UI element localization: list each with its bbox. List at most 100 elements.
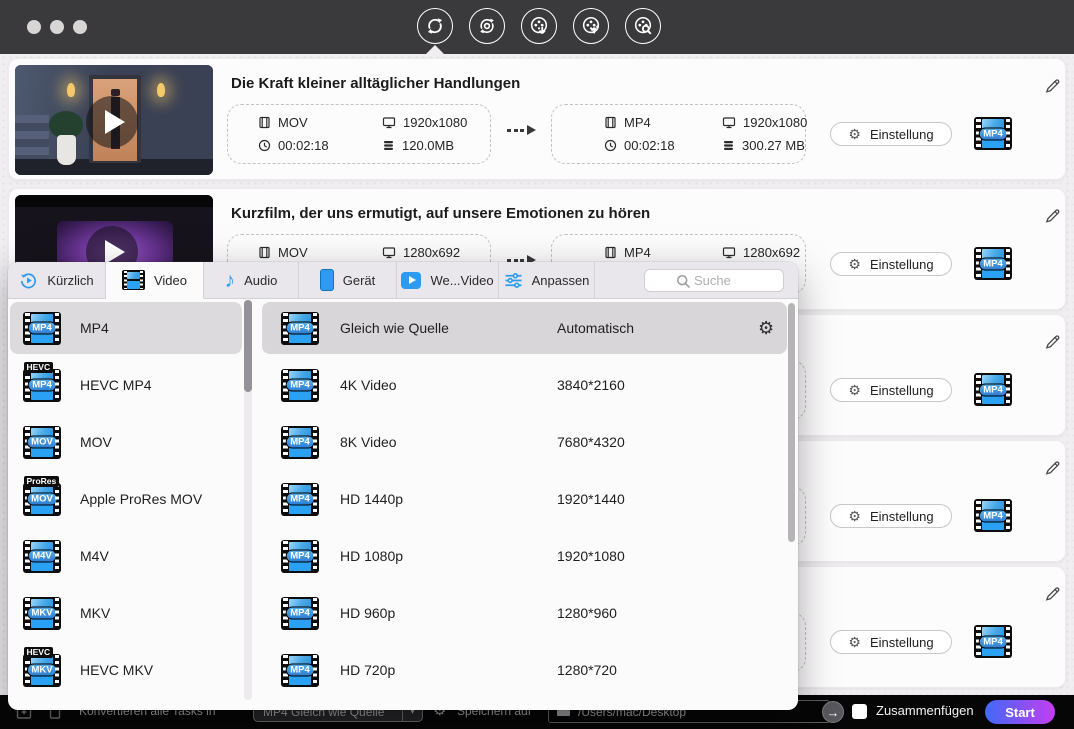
active-tab-pointer: [426, 45, 444, 54]
edit-pencil-icon[interactable]: [1043, 75, 1062, 94]
format-icon: MP4: [23, 311, 61, 345]
edit-pencil-icon[interactable]: [1043, 583, 1062, 602]
film-icon: [259, 116, 270, 129]
output-format-icon[interactable]: MP4: [974, 117, 1012, 150]
preset-8k[interactable]: MP4 8K Video 7680*4320: [262, 416, 787, 468]
preset-partial[interactable]: [262, 701, 787, 710]
window-control-dot[interactable]: [73, 20, 87, 34]
film-icon: [259, 246, 270, 259]
video-thumbnail[interactable]: [15, 65, 213, 175]
preset-list: MP4 Gleich wie Quelle Automatisch ⚙ MP4 …: [258, 299, 787, 710]
format-picker-popup: Kürzlich Video ♪ Audio Gerät We...Video …: [8, 262, 798, 710]
history-icon: [21, 272, 37, 288]
task-row: Die Kraft kleiner alltäglicher Handlunge…: [8, 58, 1066, 180]
target-info-box[interactable]: MP4 1920x1080 00:02:18 300.27 MB: [551, 104, 808, 164]
format-item-prores-mov[interactable]: ProRes MOV Apple ProRes MOV: [10, 473, 242, 525]
format-item-partial[interactable]: [10, 701, 242, 710]
output-format-icon[interactable]: MP4: [974, 625, 1012, 658]
gear-icon: ⚙: [848, 634, 861, 650]
target-resolution: 1280x692: [743, 245, 801, 260]
converter-icon[interactable]: [417, 8, 453, 44]
edit-pencil-icon[interactable]: [1043, 457, 1062, 476]
output-format-icon[interactable]: MP4: [974, 247, 1012, 280]
window-control-dot[interactable]: [50, 20, 64, 34]
ripper-icon[interactable]: [469, 8, 505, 44]
open-folder-button[interactable]: →: [822, 701, 844, 723]
main-nav: [417, 8, 661, 44]
preset-hd-1080p[interactable]: MP4 HD 1080p 1920*1080: [262, 530, 787, 582]
output-format-icon[interactable]: MP4: [974, 373, 1012, 406]
edit-pencil-icon[interactable]: [1043, 331, 1062, 350]
preset-icon: MP4: [281, 539, 319, 573]
phone-icon: [319, 269, 334, 291]
format-item-m4v[interactable]: M4V M4V: [10, 530, 242, 582]
tab-web-video[interactable]: We...Video: [397, 262, 499, 298]
settings-button[interactable]: ⚙ Einstellung: [830, 378, 952, 402]
storage-icon: [724, 141, 733, 150]
format-icon: M4V: [23, 539, 61, 573]
compressor-icon[interactable]: [521, 8, 557, 44]
film-icon: [605, 246, 616, 259]
preset-hd-1440p[interactable]: MP4 HD 1440p 1920*1440: [262, 473, 787, 525]
titlebar: [0, 0, 1074, 54]
search-input[interactable]: [645, 270, 783, 291]
source-duration: 00:02:18: [278, 138, 329, 153]
settings-button[interactable]: ⚙ Einstellung: [830, 122, 952, 146]
target-size: 300.27 MB: [742, 138, 805, 153]
format-item-hevc-mkv[interactable]: HEVC MKV HEVC MKV: [10, 644, 242, 696]
tab-geraet[interactable]: Gerät: [299, 262, 397, 298]
output-format-icon[interactable]: MP4: [974, 499, 1012, 532]
gear-icon: ⚙: [848, 256, 861, 272]
media-editor-icon[interactable]: [573, 8, 609, 44]
tab-audio[interactable]: ♪ Audio: [204, 262, 299, 298]
preset-icon: MP4: [281, 368, 319, 402]
settings-button[interactable]: ⚙ Einstellung: [830, 504, 952, 528]
start-button[interactable]: Start: [985, 700, 1055, 724]
source-resolution: 1920x1080: [403, 115, 468, 130]
settings-button[interactable]: ⚙ Einstellung: [830, 630, 952, 654]
tab-video[interactable]: Video: [106, 262, 204, 299]
preset-same-as-source[interactable]: MP4 Gleich wie Quelle Automatisch ⚙: [262, 302, 787, 354]
merge-checkbox[interactable]: [852, 704, 867, 719]
monitor-icon: [382, 117, 396, 129]
preset-hd-960p[interactable]: MP4 HD 960p 1280*960: [262, 587, 787, 639]
format-list-scrollbar-thumb[interactable]: [244, 300, 252, 392]
window-control-dot[interactable]: [27, 20, 41, 34]
source-format: MOV: [278, 245, 308, 260]
gear-icon: ⚙: [848, 382, 861, 398]
monitor-icon: [722, 117, 736, 129]
target-format: MP4: [624, 245, 651, 260]
merge-label: Zusammenfügen: [876, 703, 974, 718]
web-video-icon: [401, 271, 422, 289]
edit-pencil-icon[interactable]: [1043, 205, 1062, 224]
target-duration: 00:02:18: [624, 138, 675, 153]
monitor-icon: [722, 247, 736, 259]
source-size: 120.0MB: [402, 138, 455, 153]
preset-hd-720p[interactable]: MP4 HD 720p 1280*720: [262, 644, 787, 696]
play-button[interactable]: [86, 96, 138, 148]
tab-anpassen[interactable]: Anpassen: [499, 262, 595, 298]
preset-icon: MP4: [281, 311, 319, 345]
format-item-hevc-mp4[interactable]: HEVC MP4 HEVC MP4: [10, 359, 242, 411]
toolbox-icon[interactable]: [625, 8, 661, 44]
target-resolution: 1920x1080: [743, 115, 808, 130]
source-info-box: MOV 1920x1080 00:02:18 120.0MB: [227, 104, 491, 164]
music-note-icon: ♪: [224, 268, 236, 292]
popup-tabbar: Kürzlich Video ♪ Audio Gerät We...Video …: [8, 262, 798, 299]
settings-button[interactable]: ⚙ Einstellung: [830, 252, 952, 276]
format-item-mp4[interactable]: MP4 MP4: [10, 302, 242, 354]
format-icon: HEVC MP4: [23, 361, 61, 402]
convert-arrow-icon: [507, 125, 536, 135]
preset-4k[interactable]: MP4 4K Video 3840*2160: [262, 359, 787, 411]
format-item-mkv[interactable]: MKV MKV: [10, 587, 242, 639]
format-icon: HEVC MKV: [23, 646, 61, 687]
tab-kuerzlich[interactable]: Kürzlich: [8, 262, 106, 298]
format-icon: ProRes MOV: [23, 475, 61, 516]
preset-icon: MP4: [281, 596, 319, 630]
preset-gear-icon[interactable]: ⚙: [758, 319, 774, 337]
preset-list-scrollbar-thumb[interactable]: [788, 303, 795, 542]
format-item-mov[interactable]: MOV MOV: [10, 416, 242, 468]
preset-icon: MP4: [281, 482, 319, 516]
target-format: MP4: [624, 115, 651, 130]
preset-icon: MP4: [281, 653, 319, 687]
